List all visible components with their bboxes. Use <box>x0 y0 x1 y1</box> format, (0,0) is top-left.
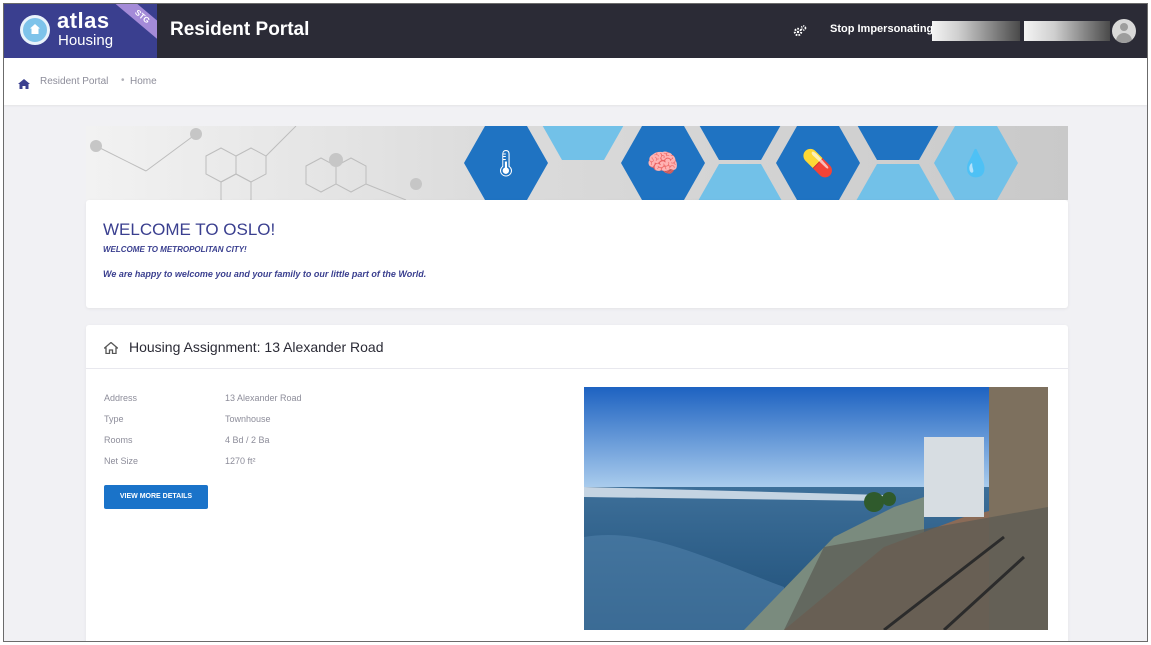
atlas-logo-icon <box>20 15 50 45</box>
welcome-title: WELCOME TO OSLO! <box>103 220 276 239</box>
pills-icon: 💊 <box>776 126 860 200</box>
housing-photo <box>584 387 1048 630</box>
gears-icon[interactable] <box>793 24 807 38</box>
hex-decoration <box>541 126 625 160</box>
home-icon[interactable] <box>18 76 30 89</box>
environment-badge: STG <box>110 4 157 45</box>
house-icon <box>102 341 120 355</box>
housing-title: Housing Assignment: 13 Alexander Road <box>129 339 384 355</box>
drops-icon: 💧 <box>934 126 1018 200</box>
detail-value-net-size: 1270 ft² <box>225 456 256 466</box>
welcome-message: We are happy to welcome you and your fam… <box>103 269 427 279</box>
view-more-details-button[interactable]: VIEW MORE DETAILS <box>104 485 208 509</box>
detail-value-rooms: 4 Bd / 2 Ba <box>225 435 270 445</box>
brand-logo-block[interactable]: atlas Housing STG <box>4 4 157 58</box>
detail-label: Rooms <box>104 435 133 445</box>
user-avatar-icon[interactable] <box>1112 19 1136 43</box>
breadcrumb-item-resident-portal[interactable]: Resident Portal <box>40 76 108 87</box>
detail-label: Type <box>104 414 124 424</box>
breadcrumb: Resident Portal • Home <box>4 58 1147 105</box>
welcome-banner-image: 🌡 🧠 💊 💧 <box>86 126 1068 200</box>
breadcrumb-item-home: Home <box>130 76 157 87</box>
detail-value-address: 13 Alexander Road <box>225 393 302 403</box>
redacted-user-role <box>1024 21 1110 41</box>
detail-label: Address <box>104 393 138 403</box>
brain-icon: 🧠 <box>621 126 705 200</box>
top-navbar: atlas Housing STG Resident Portal Stop I… <box>4 4 1147 58</box>
detail-label: Net Size <box>104 456 139 466</box>
hex-decoration <box>856 164 940 200</box>
welcome-subtitle: WELCOME TO METROPOLITAN CITY! <box>103 245 247 254</box>
stop-impersonating-link[interactable]: Stop Impersonating <box>830 23 933 35</box>
hex-decoration <box>856 126 940 160</box>
welcome-card: WELCOME TO OSLO! WELCOME TO METROPOLITAN… <box>86 200 1068 308</box>
hex-decoration <box>698 126 782 160</box>
app-frame: atlas Housing STG Resident Portal Stop I… <box>3 3 1148 642</box>
breadcrumb-separator: • <box>121 75 125 86</box>
brand-name: atlas <box>57 8 110 33</box>
hex-decoration <box>698 164 782 200</box>
brand-subname: Housing <box>58 32 114 49</box>
detail-value-type: Townhouse <box>225 414 271 424</box>
redacted-user-name <box>932 21 1020 41</box>
page-title: Resident Portal <box>170 19 310 40</box>
thermometer-icon: 🌡 <box>464 126 548 200</box>
housing-card-header: Housing Assignment: 13 Alexander Road <box>86 325 1068 369</box>
housing-assignment-card: Housing Assignment: 13 Alexander Road Ad… <box>86 325 1068 641</box>
